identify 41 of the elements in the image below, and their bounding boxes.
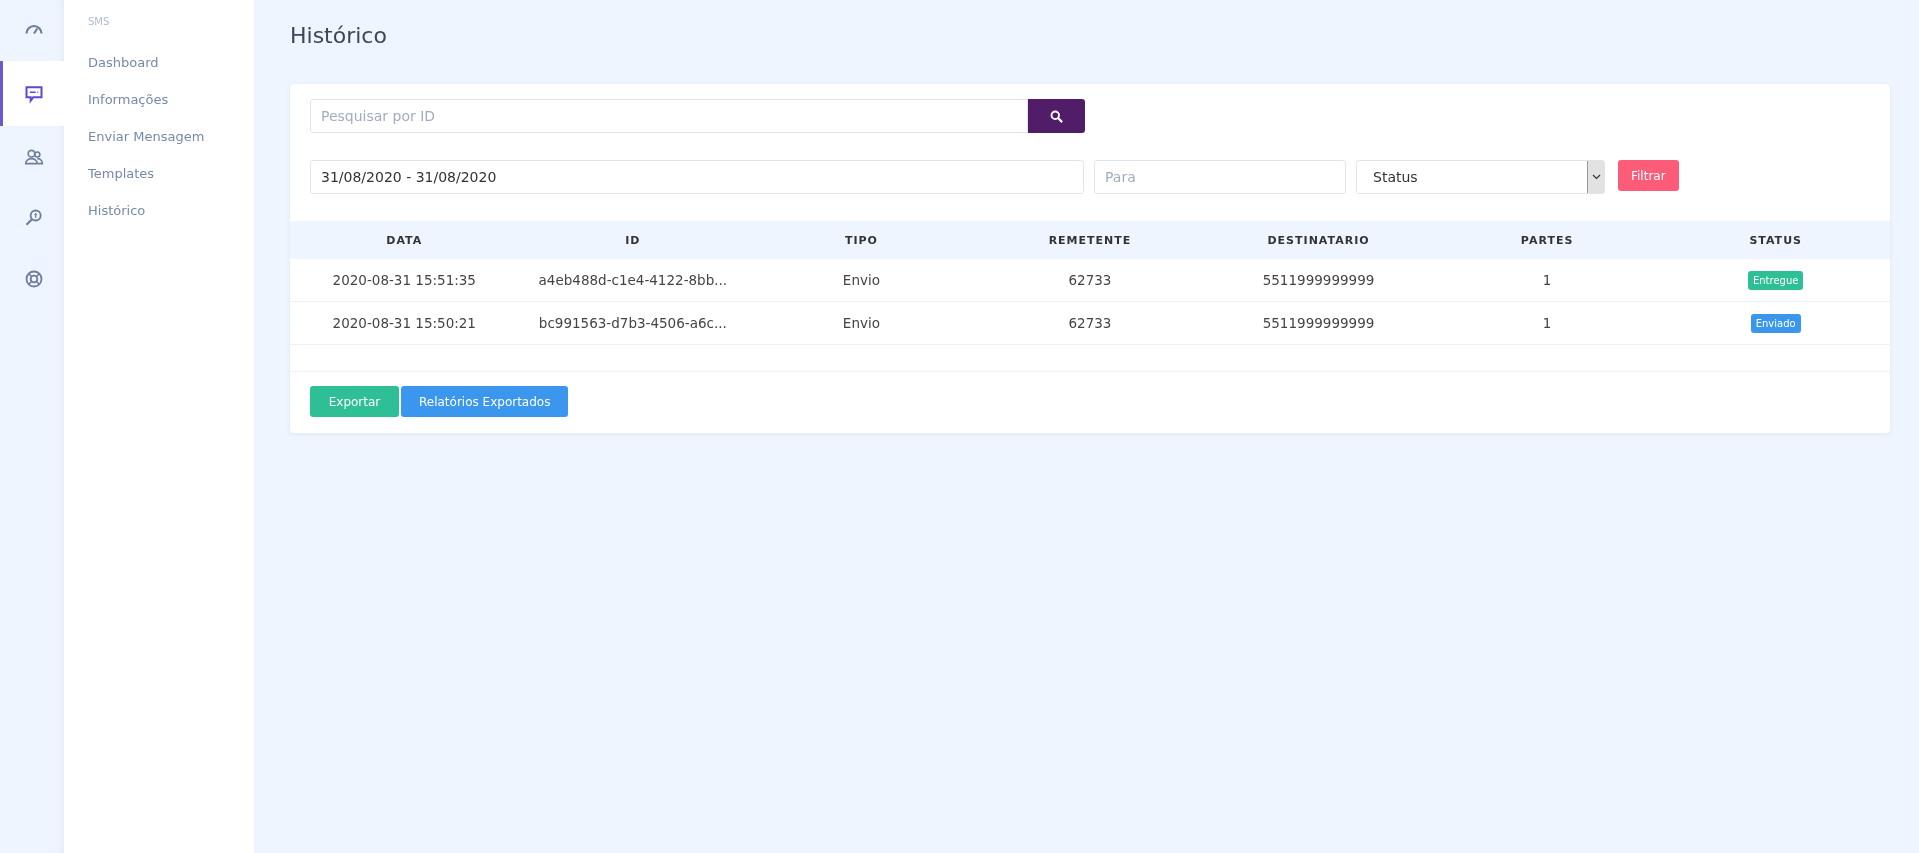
- table-cell: 5511999999999: [1204, 259, 1433, 302]
- menu-heading: SMS: [88, 16, 111, 27]
- column-header: REMETENTE: [975, 221, 1205, 259]
- table-cell: 1: [1432, 259, 1662, 302]
- table-cell: 2020-08-31 15:51:35: [290, 259, 519, 302]
- column-header: ID: [518, 221, 748, 259]
- status-select[interactable]: Status: [1356, 160, 1605, 194]
- menu-item[interactable]: Templates: [88, 166, 254, 203]
- table-cell: 62733: [975, 259, 1205, 302]
- column-header: DATA: [290, 221, 519, 259]
- table-cell: Envio: [747, 301, 976, 345]
- status-badge: Entregue: [1747, 270, 1804, 290]
- menu-item[interactable]: Dashboard: [88, 55, 254, 92]
- table-cell: 1: [1432, 301, 1662, 345]
- search-button[interactable]: [1028, 99, 1085, 133]
- search-field[interactable]: Pesquisar por ID: [310, 99, 1028, 133]
- search-icon: [1049, 108, 1064, 124]
- table-cell: 5511999999999: [1204, 301, 1433, 345]
- table-cell: bc991563-d7b3-4506-a6c...: [518, 301, 748, 345]
- caret-icon: [1591, 174, 1601, 180]
- exported-reports-button[interactable]: Relatórios Exportados: [401, 386, 569, 417]
- table-cell: 62733: [975, 301, 1205, 345]
- status-badge: Enviado: [1750, 313, 1801, 333]
- export-button[interactable]: Exportar: [310, 386, 399, 417]
- table-cell: Envio: [747, 259, 976, 302]
- menu-item[interactable]: Enviar Mensagem: [88, 129, 254, 166]
- magnifier-icon: [23, 207, 44, 228]
- filter-button[interactable]: Filtrar: [1618, 160, 1679, 191]
- menu-item[interactable]: Informações: [88, 92, 254, 129]
- table-cell: a4eb488d-c1e4-4122-8bb...: [518, 259, 748, 302]
- column-header: DESTINATARIO: [1204, 221, 1433, 259]
- date-range-field[interactable]: 31/08/2020 - 31/08/2020: [310, 160, 1084, 194]
- page-title: Histórico: [290, 22, 388, 50]
- recipient-field[interactable]: Para: [1094, 160, 1346, 194]
- lifebuoy-icon: [23, 268, 44, 289]
- message-icon: [23, 83, 44, 104]
- menu-item[interactable]: Histórico: [88, 203, 254, 240]
- column-header: PARTES: [1432, 221, 1662, 259]
- column-header: STATUS: [1661, 221, 1890, 259]
- column-header: TIPO: [747, 221, 976, 259]
- table-cell: 2020-08-31 15:50:21: [290, 301, 519, 345]
